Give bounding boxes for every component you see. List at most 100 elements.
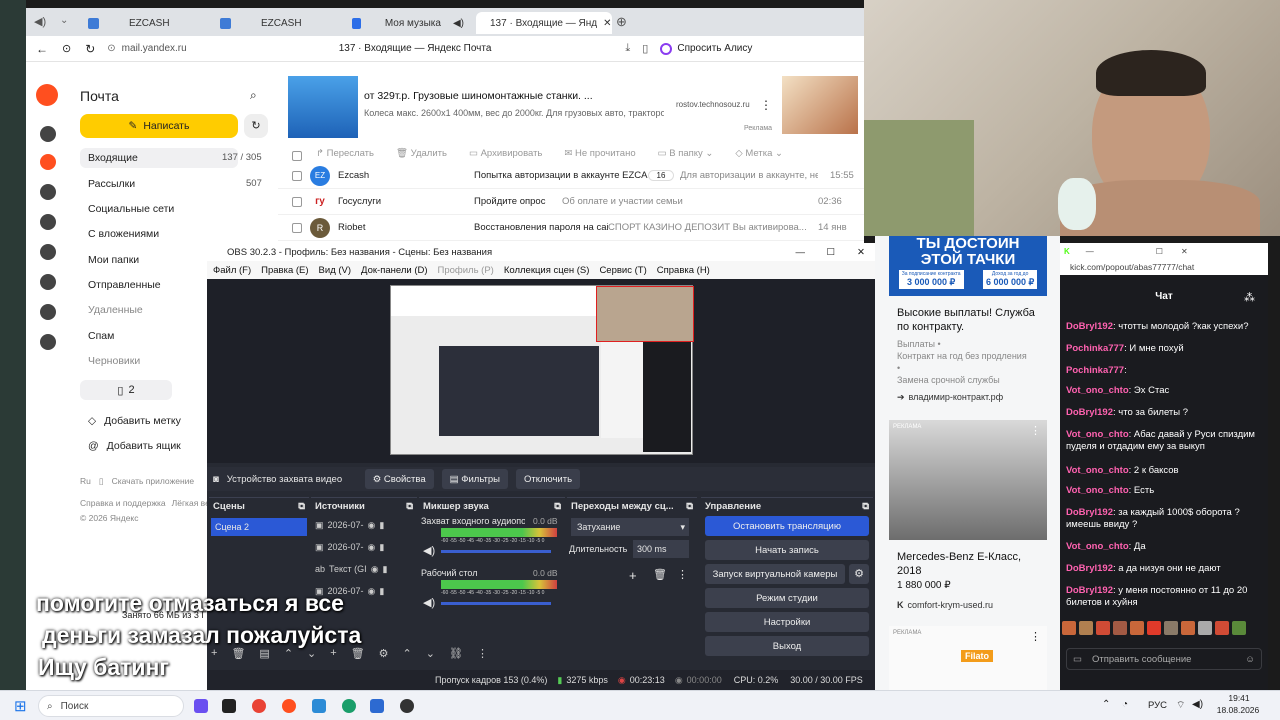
- shield-icon[interactable]: ⊙: [62, 42, 71, 55]
- chat-username[interactable]: DoBryl192: [1066, 585, 1113, 596]
- menu-scene-collection[interactable]: Коллекция сцен (S): [504, 265, 590, 276]
- chat-username[interactable]: Vot_ono_chto: [1066, 541, 1129, 552]
- folder-newsletters[interactable]: Рассылки: [88, 178, 135, 190]
- mail-row[interactable]: EZ Ezcash Попытка авторизации в аккаунте…: [278, 163, 864, 189]
- more-vertical-icon[interactable]: ⋮: [477, 647, 488, 660]
- tab-ezcash-1[interactable]: EZCASH: [80, 12, 208, 34]
- row-checkbox[interactable]: [292, 170, 302, 181]
- app-icon[interactable]: [222, 699, 236, 713]
- add-box-link[interactable]: @ Добавить ящик: [88, 440, 181, 452]
- close-icon[interactable]: ✕: [1181, 247, 1188, 256]
- chat-input[interactable]: ▭ Отправить сообщение ☺: [1066, 648, 1262, 670]
- compose-button[interactable]: ✎ Написать: [80, 114, 238, 138]
- delete-button[interactable]: 🗑 Удалить: [396, 148, 447, 159]
- app-notes-icon[interactable]: [40, 274, 56, 290]
- folder-sent[interactable]: Отправленные: [88, 279, 161, 291]
- source-item[interactable]: ▣ 2026-07- ◉ ▮: [315, 516, 405, 534]
- refresh-button[interactable]: ↻: [244, 114, 268, 138]
- new-tab-icon[interactable]: ⊕: [616, 14, 627, 30]
- gear-icon[interactable]: ⚙: [849, 564, 869, 584]
- undock-icon[interactable]: ⧉: [686, 501, 693, 512]
- settings-button[interactable]: Настройки: [705, 612, 869, 632]
- lang-link[interactable]: Ru: [80, 476, 91, 487]
- down-icon[interactable]: ⌄: [426, 647, 435, 660]
- download-icon[interactable]: ⤓: [625, 42, 630, 55]
- menu-file[interactable]: Файл (F): [213, 265, 251, 276]
- wifi-icon[interactable]: ⌔: [1176, 699, 1185, 712]
- folder-attachments[interactable]: С вложениями: [88, 228, 159, 240]
- tab-music[interactable]: Моя музыка ◀): [344, 12, 472, 34]
- emote-icon[interactable]: [1113, 621, 1127, 635]
- menu-docks[interactable]: Док-панели (D): [361, 265, 427, 276]
- tags-button[interactable]: ▯ 2: [80, 380, 172, 400]
- label-button[interactable]: ◇ Метка ⌄: [735, 148, 783, 159]
- filato-ad[interactable]: РЕКЛАМА ⋮ Filato: [889, 626, 1047, 690]
- emote-icon[interactable]: [1096, 621, 1110, 635]
- scene-item[interactable]: Сцена 2: [211, 518, 307, 536]
- chat-username[interactable]: Pochinka777: [1066, 343, 1124, 354]
- archive-button[interactable]: ▭ Архивировать: [469, 148, 542, 159]
- app-icon[interactable]: [370, 699, 384, 713]
- close-icon[interactable]: ✕: [603, 18, 611, 29]
- obs-preview[interactable]: [207, 279, 875, 463]
- disconnect-button[interactable]: Отключить: [516, 469, 581, 489]
- users-icon[interactable]: ⁂: [1244, 291, 1255, 304]
- bookmark-icon[interactable]: ▯: [642, 42, 648, 55]
- volume-slider[interactable]: [441, 550, 551, 553]
- chat-username[interactable]: Vot_ono_chto: [1066, 385, 1129, 396]
- folder-social[interactable]: Социальные сети: [88, 203, 174, 215]
- ad-headline[interactable]: Высокие выплаты! Служба по контракту.: [897, 306, 1047, 334]
- chat-username[interactable]: Vot_ono_chto: [1066, 429, 1129, 440]
- link-icon[interactable]: ⛓: [449, 647, 463, 660]
- ad-domain-row[interactable]: ➔ владимир-контракт.рф: [897, 392, 1003, 403]
- reload-icon[interactable]: ↻: [85, 42, 95, 56]
- source-item[interactable]: ab Текст (GI ◉ ▮: [315, 560, 405, 578]
- up-icon[interactable]: ⌃: [403, 647, 412, 660]
- row-checkbox[interactable]: [292, 196, 302, 207]
- more-vertical-icon[interactable]: ⋮: [677, 568, 688, 581]
- app-icon[interactable]: [194, 699, 208, 713]
- chat-username[interactable]: DoBryl192: [1066, 321, 1113, 332]
- trash-icon[interactable]: 🗑: [653, 568, 667, 581]
- yandex-browser-icon[interactable]: [282, 699, 296, 713]
- chrome-icon[interactable]: [252, 699, 266, 713]
- duration-input[interactable]: 300 ms: [633, 540, 689, 558]
- chat-username[interactable]: Vot_ono_chto: [1066, 465, 1129, 476]
- transition-select[interactable]: Затухание ▾: [571, 518, 689, 536]
- emote-icon[interactable]: [1181, 621, 1195, 635]
- forward-button[interactable]: ↱ Переслать: [316, 148, 374, 159]
- emote-icon[interactable]: [1198, 621, 1212, 635]
- virtual-camera-button[interactable]: Запуск виртуальной камеры: [705, 564, 845, 584]
- folder-drafts[interactable]: Черновики: [88, 355, 140, 367]
- folder-inbox[interactable]: Входящие: [88, 152, 138, 164]
- gear-icon[interactable]: ⚙: [379, 647, 389, 660]
- support-link[interactable]: Справка и поддержка: [80, 498, 166, 508]
- taskbar-search[interactable]: ⌕ Поиск: [38, 695, 184, 717]
- menu-tools[interactable]: Сервис (T): [599, 265, 646, 276]
- app-contacts-icon[interactable]: [40, 304, 56, 320]
- move-button[interactable]: ▭ В папку ⌄: [658, 148, 714, 159]
- language-indicator[interactable]: РУС: [1148, 700, 1167, 711]
- mute-icon[interactable]: ◀): [34, 15, 46, 28]
- tab-mail[interactable]: 137 · Входящие — Янд ✕: [476, 12, 612, 34]
- app-more-icon[interactable]: [40, 334, 56, 350]
- volume-slider[interactable]: [441, 602, 551, 605]
- thread-count[interactable]: 16: [648, 170, 674, 181]
- ad-title[interactable]: от 329т.р. Грузовые шиномонтажные станки…: [364, 90, 593, 102]
- add-label-link[interactable]: ◇ Добавить метку: [88, 415, 181, 427]
- unread-button[interactable]: ✉ Не прочитано: [564, 148, 635, 159]
- network-icon[interactable]: ◔: [1122, 699, 1128, 710]
- add-icon[interactable]: +: [629, 568, 637, 583]
- undock-icon[interactable]: ⧉: [554, 501, 561, 512]
- close-icon[interactable]: ✕: [857, 247, 865, 258]
- app-envelope-icon[interactable]: [40, 154, 56, 170]
- chat-username[interactable]: Pochinka777: [1066, 365, 1124, 376]
- speaker-icon[interactable]: ◀): [423, 596, 435, 609]
- folder-deleted[interactable]: Удаленные: [88, 304, 143, 316]
- chat-username[interactable]: DoBryl192: [1066, 407, 1113, 418]
- stop-streaming-button[interactable]: Остановить трансляцию: [705, 516, 869, 536]
- folder-spam[interactable]: Спам: [88, 330, 114, 342]
- undock-icon[interactable]: ⧉: [406, 501, 413, 512]
- app-disk-icon[interactable]: [40, 184, 56, 200]
- menu-help[interactable]: Справка (H): [657, 265, 710, 276]
